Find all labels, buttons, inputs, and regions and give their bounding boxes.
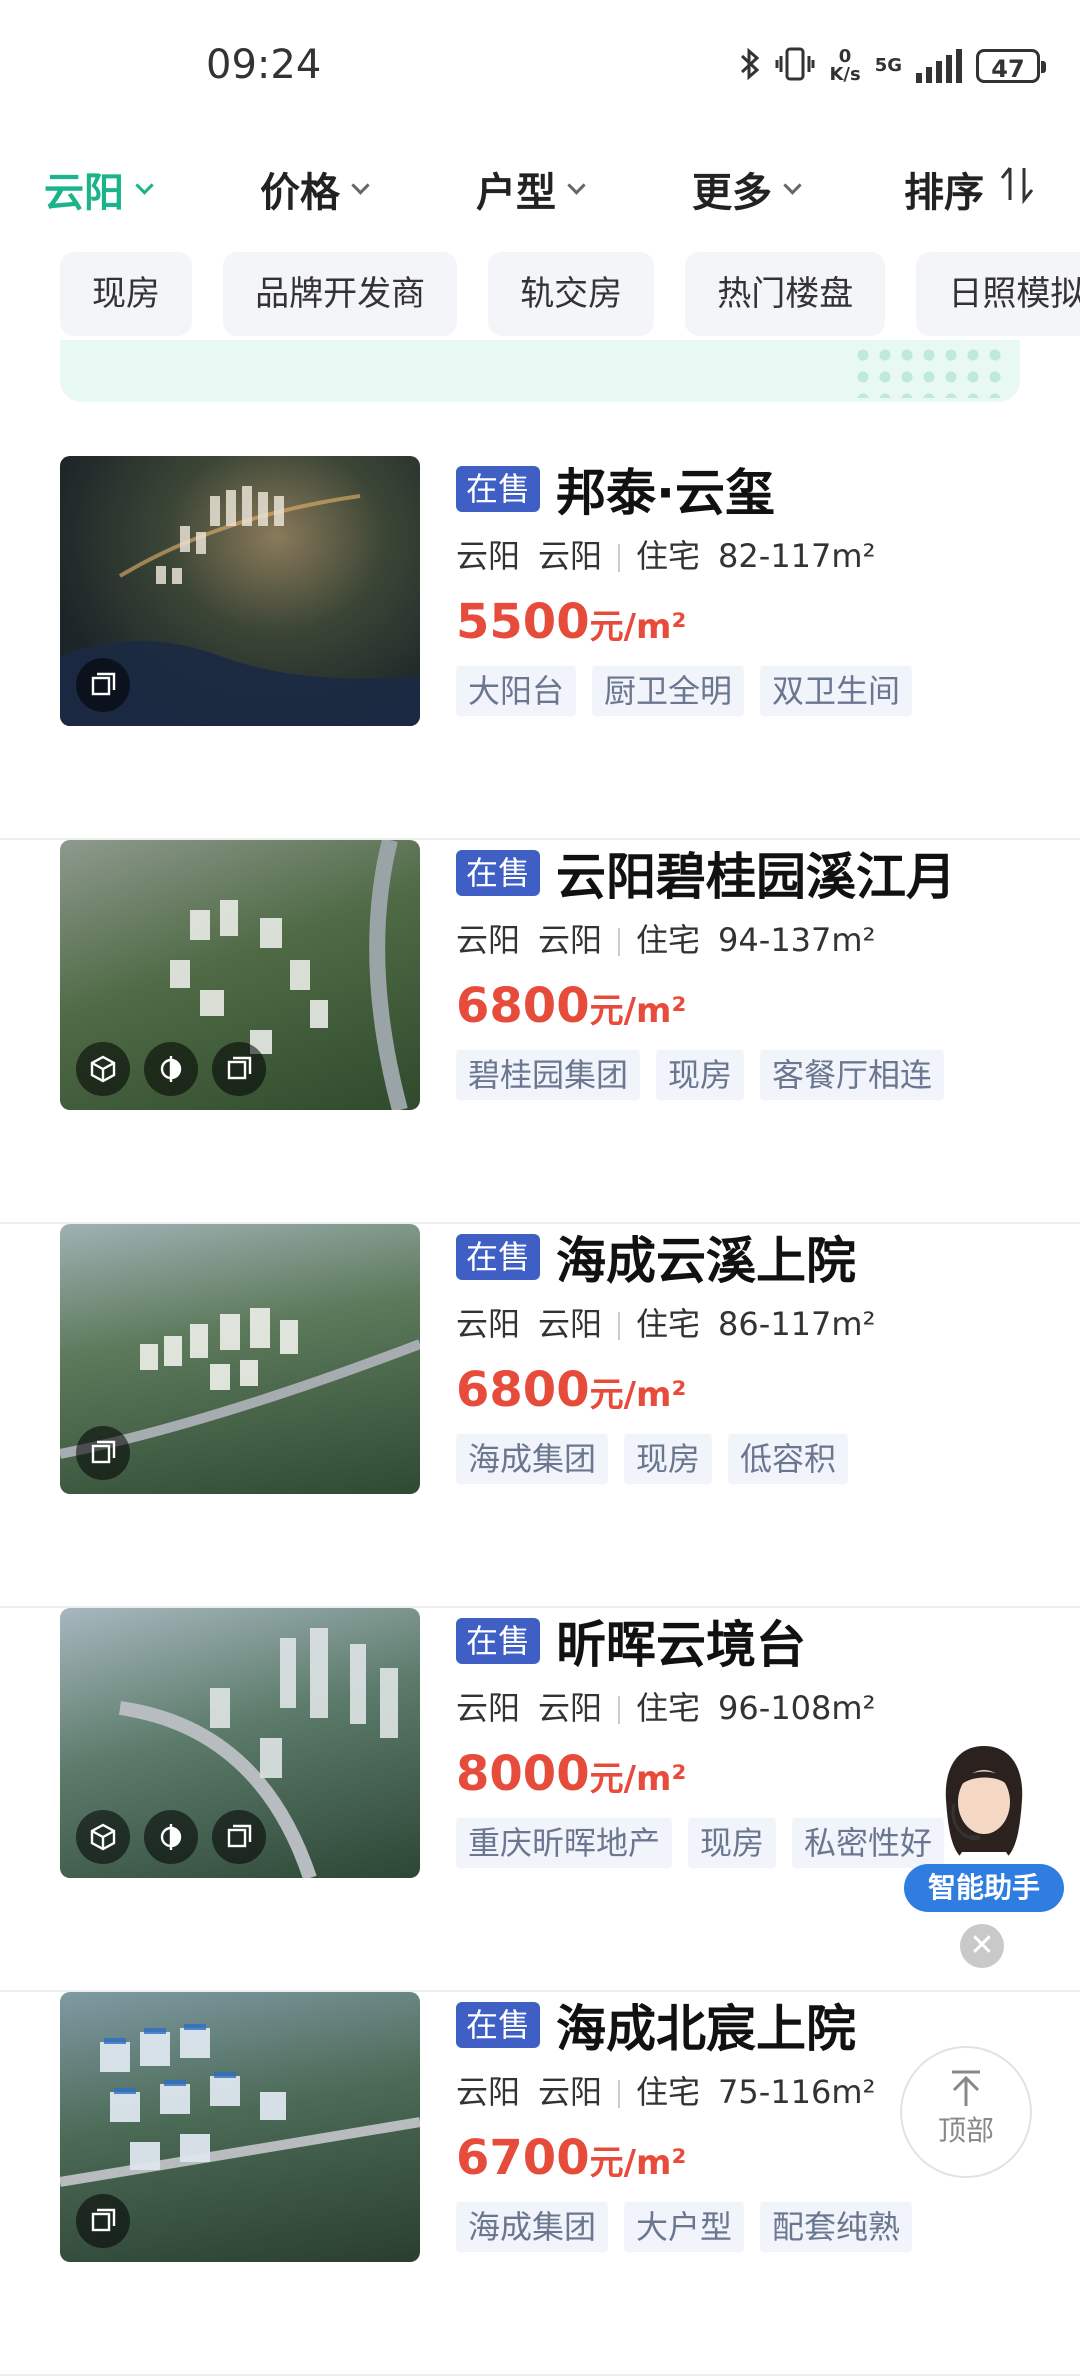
net-speed: 0 K/s: [829, 46, 861, 85]
tag: 客餐厅相连: [760, 1050, 945, 1100]
listing-card[interactable]: 在售 云阳碧桂园溪江月 云阳 云阳 住宅 94-137m² 6800元/m² 碧桂园集…: [0, 840, 1080, 1224]
sort-icon: [998, 164, 1038, 214]
chip-metro-house[interactable]: 轨交房: [488, 252, 655, 336]
listing-card[interactable]: 在售 海成云溪上院 云阳 云阳 住宅 86-117m² 6800元/m² 海成集团 现房…: [0, 1224, 1080, 1608]
tag: 现房: [688, 1818, 777, 1868]
sunlight-icon[interactable]: [144, 1042, 198, 1096]
chevron-down-icon: [783, 175, 802, 195]
tag: 大户型: [624, 2202, 745, 2252]
listing-thumbnail[interactable]: [60, 840, 420, 1110]
listing-title[interactable]: 昕晖云境台: [556, 1605, 806, 1677]
vr-cube-icon[interactable]: [76, 1042, 130, 1096]
listing-card[interactable]: 在售 邦泰·云玺 云阳 云阳 住宅 82-117m² 5500元/m² 大阳台 厨卫全明…: [0, 456, 1080, 840]
floorplan-icon[interactable]: [76, 658, 130, 712]
tag: 现房: [656, 1050, 745, 1100]
status-badge: 在售: [456, 2002, 541, 2048]
listing-title[interactable]: 邦泰·云玺: [556, 453, 775, 525]
tag: 双卫生间: [760, 666, 913, 716]
status-bar: 09:24 0 K/s 5G 47: [0, 0, 1080, 130]
listing-tags: 海成集团 大户型 配套纯熟: [456, 2202, 1056, 2252]
chip-sunlight-simulation[interactable]: 日照模拟: [916, 252, 1080, 336]
listing-price: 6800元/m²: [456, 1362, 687, 1418]
filter-price[interactable]: 价格: [260, 160, 370, 218]
signal-strength-icon: [916, 49, 962, 83]
floorplan-icon[interactable]: [212, 1042, 266, 1096]
chevron-down-icon: [351, 175, 370, 195]
filter-location[interactable]: 云阳: [44, 160, 154, 218]
listing-price: 5500元/m²: [456, 594, 687, 650]
close-icon[interactable]: ✕: [960, 1924, 1004, 1968]
tag: 配套纯熟: [760, 2202, 913, 2252]
vr-cube-icon[interactable]: [76, 1810, 130, 1864]
filter-sort[interactable]: 排序: [904, 160, 1038, 218]
arrow-up-icon: [902, 2066, 1030, 2114]
tag: 碧桂园集团: [456, 1050, 641, 1100]
sunlight-icon[interactable]: [144, 1810, 198, 1864]
status-icons: 0 K/s 5G 47: [739, 46, 1046, 86]
chip-hot-projects[interactable]: 热门楼盘: [685, 252, 886, 336]
assistant-label: 智能助手: [904, 1864, 1064, 1912]
listing-tags: 碧桂园集团 现房 客餐厅相连: [456, 1050, 1056, 1100]
tag: 厨卫全明: [592, 666, 745, 716]
chip-ready-house[interactable]: 现房: [60, 252, 192, 336]
filter-more[interactable]: 更多: [692, 160, 802, 218]
listing-tags: 海成集团 现房 低容积: [456, 1434, 1056, 1484]
tag: 现房: [624, 1434, 713, 1484]
promo-banner[interactable]: [60, 340, 1020, 402]
chip-brand-developer[interactable]: 品牌开发商: [223, 252, 458, 336]
listing-title[interactable]: 海成北宸上院: [556, 1989, 856, 2061]
tag: 海成集团: [456, 1434, 609, 1484]
listing-card[interactable]: 在售 海成北宸上院 云阳 云阳 住宅 75-116m² 6700元/m² 海成集团 大户…: [0, 1992, 1080, 2376]
tag: 重庆昕晖地产: [456, 1818, 673, 1868]
listing-thumbnail[interactable]: [60, 1608, 420, 1878]
tag: 大阳台: [456, 666, 577, 716]
quick-filter-chips: 现房 品牌开发商 轨交房 热门楼盘 日照模拟: [60, 252, 1080, 336]
signal-type: 5G: [874, 55, 902, 76]
chevron-down-icon: [135, 175, 154, 195]
listing-price: 6800元/m²: [456, 978, 687, 1034]
listing-tags: 大阳台 厨卫全明 双卫生间: [456, 666, 1056, 716]
listing-thumbnail[interactable]: [60, 456, 420, 726]
dot-pattern: [852, 344, 1002, 398]
listing-meta: 云阳 云阳 住宅 96-108m²: [456, 1689, 876, 1727]
listing-meta: 云阳 云阳 住宅 82-117m²: [456, 537, 876, 575]
listing-thumbnail[interactable]: [60, 1992, 420, 2262]
status-badge: 在售: [456, 1234, 541, 1280]
chevron-down-icon: [567, 175, 586, 195]
smart-assistant-button[interactable]: 智能助手: [904, 1740, 1064, 1920]
bluetooth-icon: [739, 46, 761, 86]
status-badge: 在售: [456, 850, 541, 896]
assistant-avatar: [945, 1746, 1023, 1870]
filter-bar: 云阳 价格 户型 更多 排序: [0, 150, 1080, 230]
listing-title[interactable]: 云阳碧桂园溪江月: [556, 837, 956, 909]
filter-layout[interactable]: 户型: [476, 160, 586, 218]
listing-meta: 云阳 云阳 住宅 86-117m²: [456, 1305, 876, 1343]
back-to-top-label: 顶部: [937, 2114, 994, 2147]
floorplan-icon[interactable]: [212, 1810, 266, 1864]
tag: 海成集团: [456, 2202, 609, 2252]
listing-title[interactable]: 海成云溪上院: [556, 1221, 856, 1293]
floorplan-icon[interactable]: [76, 1426, 130, 1480]
floorplan-icon[interactable]: [76, 2194, 130, 2248]
clock: 09:24: [206, 42, 322, 88]
back-to-top-button[interactable]: 顶部: [900, 2046, 1032, 2178]
status-badge: 在售: [456, 466, 541, 512]
battery-icon: 47: [976, 49, 1046, 83]
tag: 低容积: [728, 1434, 849, 1484]
listing-meta: 云阳 云阳 住宅 94-137m²: [456, 921, 876, 959]
vibrate-icon: [775, 46, 815, 86]
status-badge: 在售: [456, 1618, 541, 1664]
listing-thumbnail[interactable]: [60, 1224, 420, 1494]
